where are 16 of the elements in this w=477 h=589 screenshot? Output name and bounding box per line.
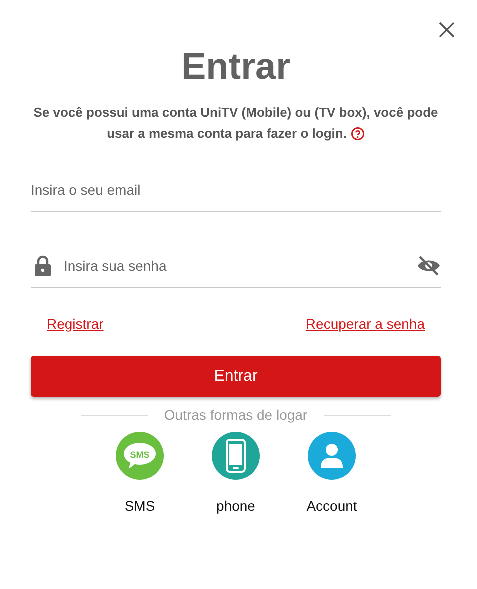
close-button[interactable]: [437, 20, 457, 40]
recover-password-link[interactable]: Recuperar a senha: [306, 316, 425, 332]
login-button[interactable]: Entrar: [31, 356, 441, 397]
email-field[interactable]: Insira o seu email: [31, 182, 441, 198]
register-link[interactable]: Registrar: [47, 316, 104, 332]
password-field[interactable]: Insira sua senha: [64, 258, 405, 274]
page-title: Entrar: [180, 45, 292, 89]
login-method-button[interactable]: SMS SMS: [116, 432, 164, 514]
help-icon[interactable]: [350, 127, 365, 141]
login-method-button[interactable]: Account: [308, 432, 356, 514]
login-method-button[interactable]: phone: [212, 432, 260, 514]
divider-text: Outras formas de logar: [164, 407, 308, 423]
description-text: Se você possui uma conta UniTV (Mobile) ou (TV box), você pode usar a mesma conta para fazer o login.: [32, 104, 440, 143]
chat-bubble-icon: SMS: [116, 432, 164, 480]
lock-icon: [34, 254, 52, 276]
eye-slash-icon[interactable]: [417, 256, 441, 276]
